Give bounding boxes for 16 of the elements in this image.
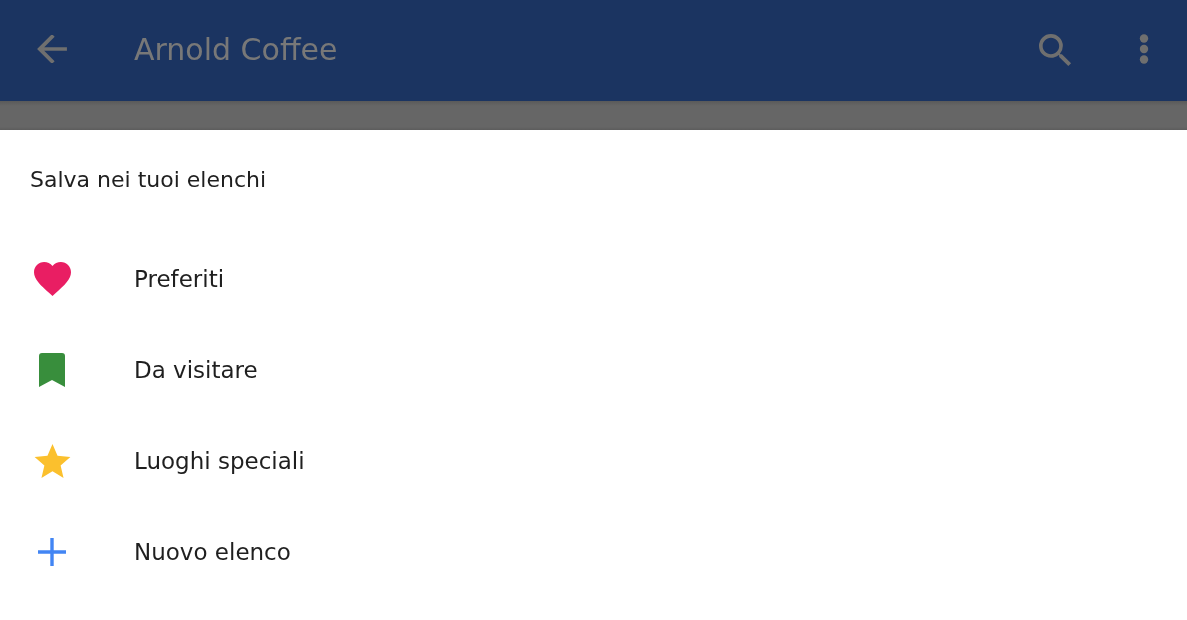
back-button[interactable] <box>37 34 67 63</box>
back-arrow-icon <box>37 34 67 63</box>
more-options-button[interactable] <box>1139 33 1149 64</box>
list-item[interactable]: Nuovo elenco <box>30 506 1187 597</box>
sheet-title: Salva nei tuoi elenchi <box>30 167 267 192</box>
list-item[interactable]: Preferiti <box>30 233 1187 324</box>
list-label: Nuovo elenco <box>134 538 291 565</box>
app-bar-title: Arnold Coffee <box>134 32 338 67</box>
more-options-icon <box>1139 33 1149 64</box>
search-icon <box>1039 34 1072 67</box>
list-label: Luoghi speciali <box>134 447 305 474</box>
list-label: Preferiti <box>134 265 225 292</box>
list-item[interactable]: Luoghi speciali <box>30 415 1187 506</box>
list-label: Da visitare <box>134 356 258 383</box>
list-item[interactable]: Da visitare <box>30 324 1187 415</box>
search-button[interactable] <box>1039 34 1072 67</box>
